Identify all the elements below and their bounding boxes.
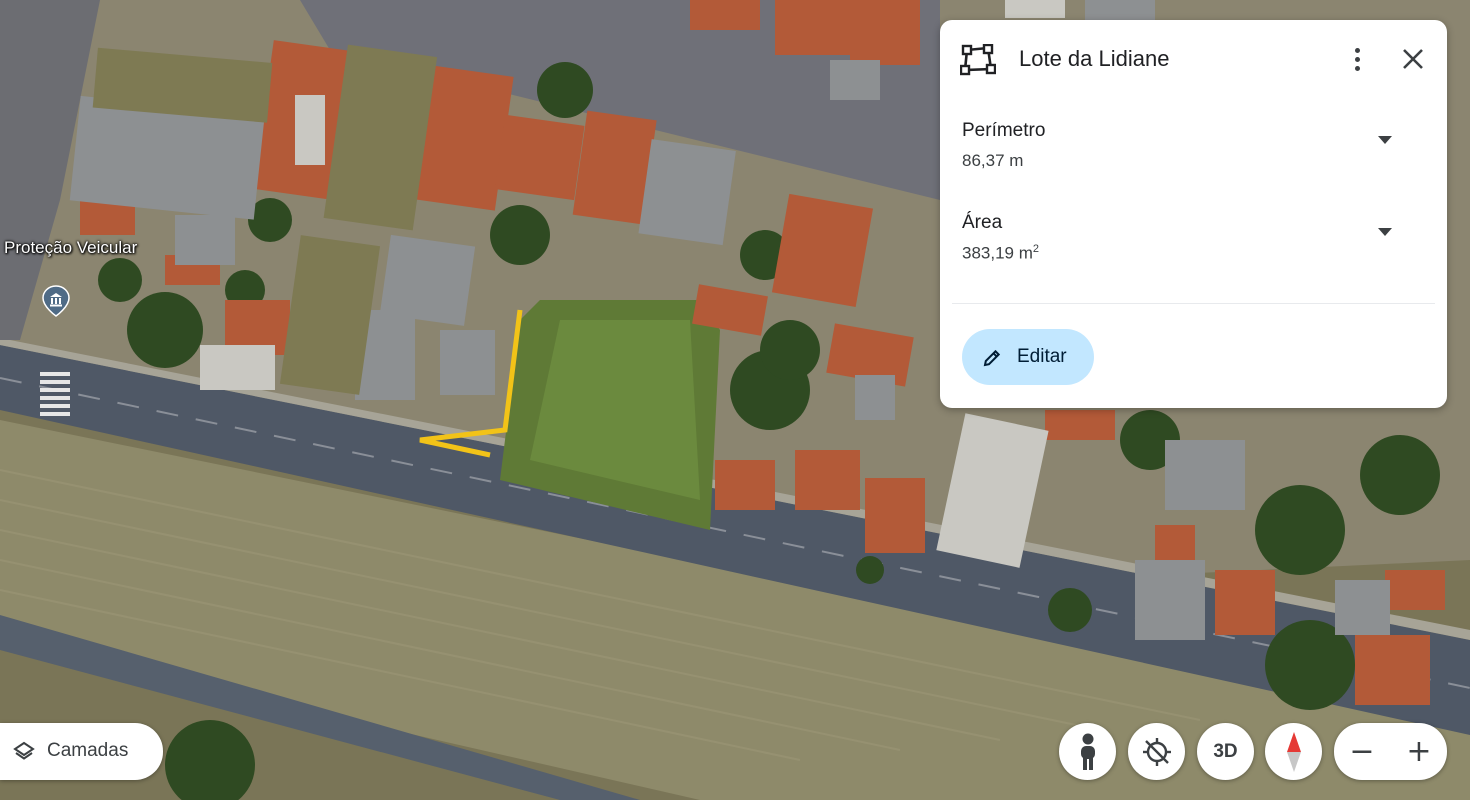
compass-icon: [1286, 731, 1301, 772]
layers-label: Camadas: [47, 740, 129, 761]
view-3d-button[interactable]: 3D: [1197, 723, 1254, 780]
perimeter-label: Perímetro: [962, 120, 1046, 141]
close-icon[interactable]: [1396, 42, 1430, 76]
polygon-shape-icon: [960, 44, 996, 76]
divider: [952, 303, 1435, 304]
area-row[interactable]: Área 383,19 m2: [940, 212, 1447, 282]
area-label: Área: [962, 212, 1003, 233]
poi-label[interactable]: Proteção Veicular: [4, 238, 137, 258]
layers-button[interactable]: Camadas: [0, 723, 163, 780]
view-3d-label: 3D: [1213, 740, 1238, 762]
more-vertical-icon: [1354, 47, 1360, 53]
more-options-button[interactable]: [1340, 42, 1374, 76]
museum-pin-icon[interactable]: [42, 285, 70, 317]
chevron-down-icon[interactable]: [1378, 136, 1392, 144]
edit-label: Editar: [1017, 346, 1067, 367]
pegman-icon: [1080, 733, 1095, 770]
chevron-down-icon[interactable]: [1378, 228, 1392, 236]
perimeter-value: 86,37 m: [962, 151, 1024, 170]
zoom-controls: − +: [1334, 723, 1447, 780]
my-location-button[interactable]: [1128, 723, 1185, 780]
edit-button[interactable]: Editar: [962, 329, 1094, 385]
pencil-icon: [983, 349, 1001, 367]
perimeter-row[interactable]: Perímetro 86,37 m: [940, 120, 1447, 190]
street-view-button[interactable]: [1059, 723, 1116, 780]
panel-title: Lote da Lidiane: [1019, 46, 1170, 71]
zoom-in-button[interactable]: +: [1391, 723, 1447, 780]
location-off-icon: [1142, 737, 1171, 766]
area-value: 383,19 m2: [962, 243, 1040, 263]
zoom-out-button[interactable]: −: [1334, 723, 1390, 780]
layers-icon: [13, 741, 35, 760]
area-unit-superscript: 2: [1032, 243, 1040, 255]
measurement-panel: Lote da Lidiane Perímetro 86,37 m Área 3…: [940, 20, 1447, 408]
panel-header: Lote da Lidiane: [940, 20, 1447, 100]
compass-button[interactable]: [1265, 723, 1322, 780]
